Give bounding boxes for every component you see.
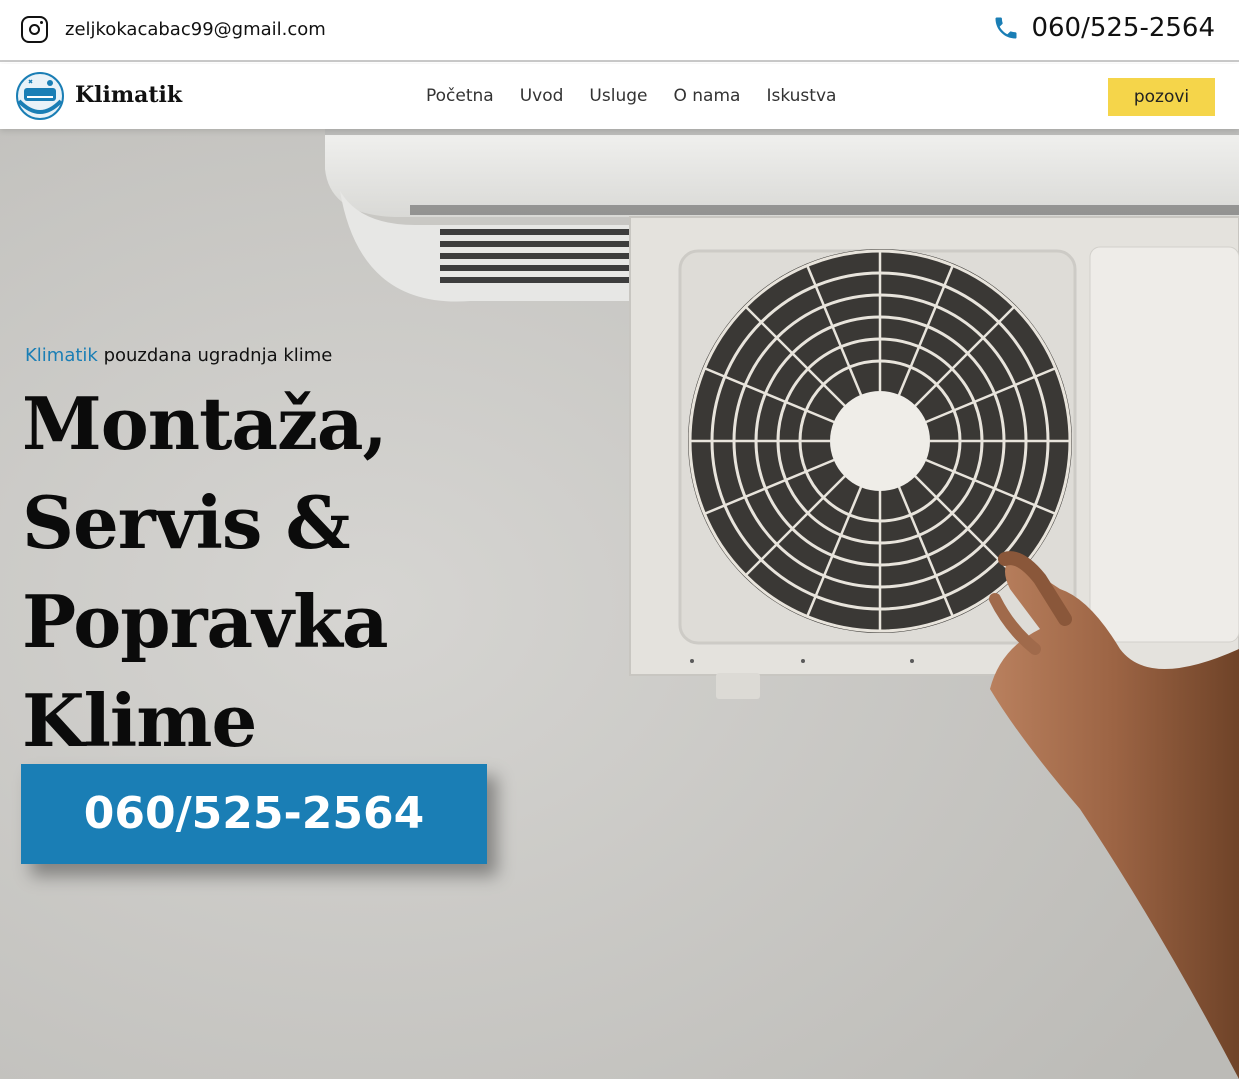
- email-link[interactable]: zeljkokacabac99@gmail.com: [65, 19, 326, 40]
- hero-section: Klimatik pouzdana ugradnja klime Montaža…: [0, 129, 1239, 1079]
- brand-name[interactable]: Klimatik: [75, 82, 182, 108]
- headline-line-3: Popravka: [22, 579, 389, 664]
- tagline-text: pouzdana ugradnja klime: [97, 345, 333, 366]
- top-phone-link[interactable]: 060/525-2564: [992, 13, 1215, 43]
- instagram-icon[interactable]: [21, 16, 48, 43]
- call-button[interactable]: pozovi: [1108, 78, 1215, 116]
- main-navbar: Klimatik Početna Uvod Usluge O nama Isku…: [0, 64, 1239, 129]
- hero-headline: Montaža, Servis & Popravka Klime: [22, 374, 502, 770]
- headline-line-1: Montaža,: [22, 381, 388, 466]
- nav-item-iskustva[interactable]: Iskustva: [766, 86, 836, 106]
- hero-tagline: Klimatik pouzdana ugradnja klime: [25, 345, 332, 366]
- nav-item-o-nama[interactable]: O nama: [673, 86, 740, 106]
- logo-icon[interactable]: [15, 71, 65, 121]
- nav-item-usluge[interactable]: Usluge: [589, 86, 647, 106]
- main-menu: Početna Uvod Usluge O nama Iskustva: [426, 86, 836, 106]
- top-bar: zeljkokacabac99@gmail.com 060/525-2564: [0, 0, 1239, 62]
- nav-item-pocetna[interactable]: Početna: [426, 86, 494, 106]
- nav-item-uvod[interactable]: Uvod: [520, 86, 564, 106]
- tagline-brand: Klimatik: [25, 345, 98, 366]
- headline-line-4: Klime: [22, 678, 257, 763]
- hero-phone-button[interactable]: 060/525-2564: [21, 764, 487, 864]
- top-phone-number: 060/525-2564: [1031, 13, 1215, 43]
- phone-icon: [995, 17, 1017, 39]
- headline-line-2: Servis &: [22, 480, 351, 565]
